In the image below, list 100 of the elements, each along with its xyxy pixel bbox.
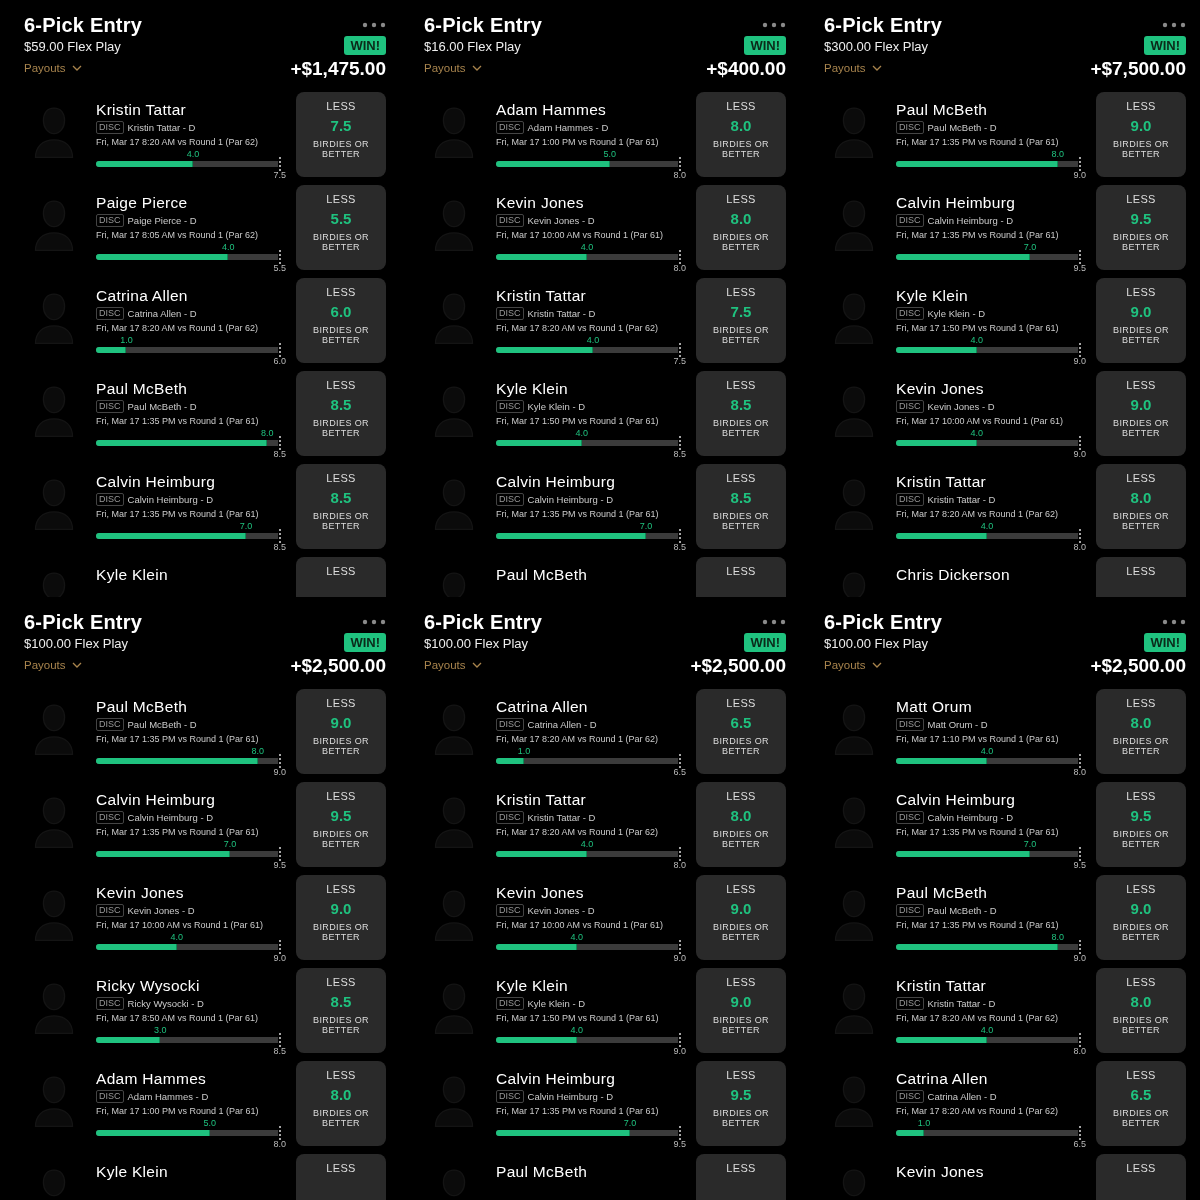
stat-label: BIRDIES OR BETTER [712,1015,770,1035]
more-icon[interactable] [1162,22,1186,28]
entry-stake: $300.00 Flex Play [824,38,929,56]
line-value: 8.5 [330,489,352,506]
more-icon[interactable] [762,22,786,28]
target-value: 8.0 [1073,542,1086,552]
player-name: Kristin Tattar [496,286,588,305]
game-schedule: Fri, Mar 17 8:20 AM vs Round 1 (Par 62) [896,1013,1060,1023]
stat-label: BIRDIES OR BETTER [712,418,770,438]
game-schedule: Fri, Mar 17 1:35 PM vs Round 1 (Par 61) [896,230,1060,240]
game-schedule: Fri, Mar 17 8:20 AM vs Round 1 (Par 62) [96,137,260,147]
pick-card[interactable]: LESS 9.5 BIRDIES OR BETTER [296,782,386,867]
player-subtitle: Calvin Heimburg - D [127,494,214,505]
sport-tag: DISC [96,121,124,134]
pick-card[interactable]: LESS 9.0 BIRDIES OR BETTER [1096,875,1186,960]
chevron-down-icon [71,64,82,72]
line-value: 9.5 [1130,807,1152,824]
stat-label: BIRDIES OR BETTER [312,736,370,756]
pick-card[interactable]: LESS 9.5 BIRDIES OR BETTER [1096,782,1186,867]
pick-card[interactable]: LESS 9.0 BIRDIES OR BETTER [296,875,386,960]
pick-card[interactable]: LESS 9.0 BIRDIES OR BETTER [1096,278,1186,363]
result-badge: WIN! [744,36,786,55]
sport-tag: DISC [896,904,924,917]
target-value: 8.0 [673,170,686,180]
target-value: 8.5 [673,542,686,552]
pick-card[interactable]: LESS [696,1154,786,1200]
result-badge: WIN! [744,633,786,652]
pick-card[interactable]: LESS 9.0 BIRDIES OR BETTER [1096,371,1186,456]
payouts-toggle[interactable]: Payouts [424,62,482,74]
actual-value: 4.0 [980,746,994,756]
player-subtitle: Ricky Wysocki - D [127,998,204,1009]
pick-card[interactable]: LESS [1096,1154,1186,1200]
actual-value: 4.0 [222,242,235,252]
pick-card[interactable]: LESS 8.0 BIRDIES OR BETTER [296,1061,386,1146]
sport-tag: DISC [896,307,924,320]
pick-card[interactable]: LESS 9.0 BIRDIES OR BETTER [1096,92,1186,177]
target-value: 8.0 [673,860,686,870]
more-icon[interactable] [362,22,386,28]
target-value: 8.0 [1073,767,1086,777]
pick-card[interactable]: LESS 9.0 BIRDIES OR BETTER [696,968,786,1053]
target-marker [1079,529,1081,543]
payouts-toggle[interactable]: Payouts [424,659,482,671]
pick-card[interactable]: LESS 8.5 BIRDIES OR BETTER [696,371,786,456]
pick-card[interactable]: LESS 6.5 BIRDIES OR BETTER [696,689,786,774]
pick-card[interactable]: LESS 6.5 BIRDIES OR BETTER [1096,1061,1186,1146]
line-value: 8.0 [1130,489,1152,506]
pick-card[interactable]: LESS [696,557,786,597]
pick-direction: LESS [326,1069,356,1081]
pick-card[interactable]: LESS 8.0 BIRDIES OR BETTER [696,92,786,177]
payouts-toggle[interactable]: Payouts [824,62,882,74]
actual-value: 4.0 [970,335,984,345]
actual-value: 7.0 [623,1118,637,1128]
target-marker [279,436,281,450]
pick-card[interactable]: LESS 7.5 BIRDIES OR BETTER [296,92,386,177]
actual-value: 4.0 [980,1025,994,1035]
line-value: 5.5 [330,210,352,227]
pick-card[interactable]: LESS [296,1154,386,1200]
pick-card[interactable]: LESS 8.5 BIRDIES OR BETTER [296,968,386,1053]
target-value: 9.0 [1073,356,1086,366]
pick-card[interactable]: LESS 9.5 BIRDIES OR BETTER [1096,185,1186,270]
pick-card[interactable]: LESS 8.5 BIRDIES OR BETTER [696,464,786,549]
pick-card[interactable]: LESS 9.5 BIRDIES OR BETTER [696,1061,786,1146]
pick-card[interactable]: LESS 8.0 BIRDIES OR BETTER [1096,689,1186,774]
pick-card[interactable]: LESS 6.0 BIRDIES OR BETTER [296,278,386,363]
target-value: 8.0 [1073,1046,1086,1056]
stat-label: BIRDIES OR BETTER [312,922,370,942]
actual-value: 1.0 [517,746,531,756]
pick-card[interactable]: LESS 8.5 BIRDIES OR BETTER [296,371,386,456]
line-value: 6.5 [730,714,752,731]
player-name: Kyle Klein [96,1162,169,1181]
sport-tag: DISC [96,811,124,824]
pick-card[interactable]: LESS [296,557,386,597]
more-icon[interactable] [1162,619,1186,625]
pick-card[interactable]: LESS 8.0 BIRDIES OR BETTER [696,185,786,270]
stat-label: BIRDIES OR BETTER [1112,232,1170,252]
pick-card[interactable]: LESS 8.5 BIRDIES OR BETTER [296,464,386,549]
pick-card[interactable]: LESS 8.0 BIRDIES OR BETTER [696,782,786,867]
actual-value: 4.0 [570,932,584,942]
more-icon[interactable] [362,619,386,625]
pick-card[interactable]: LESS 9.0 BIRDIES OR BETTER [296,689,386,774]
pick-card[interactable]: LESS 7.5 BIRDIES OR BETTER [696,278,786,363]
payouts-toggle[interactable]: Payouts [24,659,82,671]
payouts-toggle[interactable]: Payouts [24,62,82,74]
pick-card[interactable]: LESS 8.0 BIRDIES OR BETTER [1096,968,1186,1053]
player-name: Catrina Allen [496,697,589,716]
player-name: Kristin Tattar [496,790,588,809]
pick-card[interactable]: LESS 9.0 BIRDIES OR BETTER [696,875,786,960]
more-icon[interactable] [762,619,786,625]
actual-value: 4.0 [570,1025,584,1035]
stat-label: BIRDIES OR BETTER [1112,922,1170,942]
actual-value: 7.0 [239,521,253,531]
game-schedule: Fri, Mar 17 1:50 PM vs Round 1 (Par 61) [896,323,1060,333]
payouts-toggle[interactable]: Payouts [824,659,882,671]
line-value: 8.5 [330,396,352,413]
pick-card[interactable]: LESS 8.0 BIRDIES OR BETTER [1096,464,1186,549]
stat-label: BIRDIES OR BETTER [712,829,770,849]
line-value: 8.0 [330,1086,352,1103]
pick-card[interactable]: LESS [1096,557,1186,597]
pick-card[interactable]: LESS 5.5 BIRDIES OR BETTER [296,185,386,270]
stat-label: BIRDIES OR BETTER [1112,736,1170,756]
